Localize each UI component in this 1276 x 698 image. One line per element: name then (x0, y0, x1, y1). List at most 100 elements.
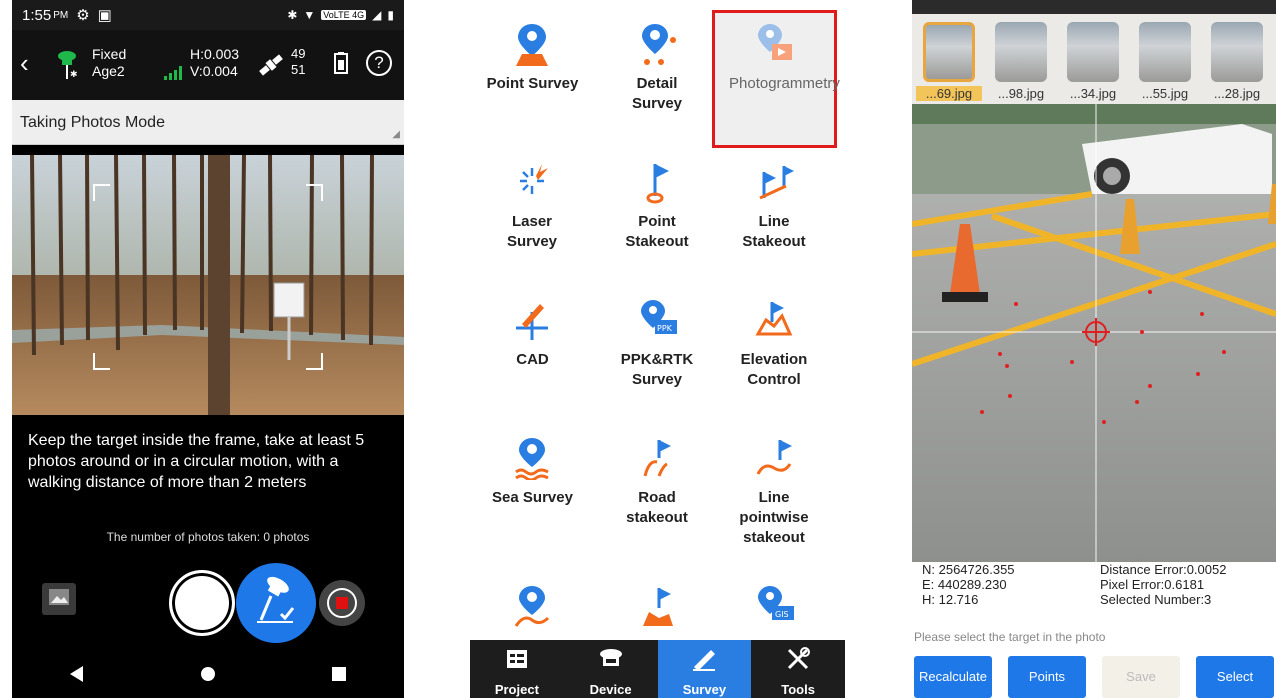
recalculate-button[interactable]: Recalculate (914, 656, 992, 698)
menu-item-label: Line Stakeout (742, 213, 806, 250)
select-button[interactable]: Select (1196, 656, 1274, 698)
error-info: Distance Error:0.0052 Pixel Error:0.6181… (1100, 562, 1226, 607)
menu-item-label: Point Survey (486, 75, 579, 92)
mode-label: Taking Photos Mode (20, 114, 165, 131)
sea-survey-icon (515, 438, 549, 480)
tab-tools[interactable]: Tools (751, 640, 845, 698)
action-buttons: Recalculate Points Save Select (912, 656, 1276, 698)
nav-recents-icon[interactable] (332, 667, 346, 686)
survey-point-button[interactable] (236, 563, 316, 643)
bottom-tab-bar: Project Device Survey Tools (470, 640, 845, 698)
road-survey-icon (514, 586, 550, 627)
battery-icon (334, 52, 348, 79)
menu-item-line-stakeout[interactable]: Line Stakeout (712, 148, 837, 286)
thumbnail-filename: ...55.jpg (1141, 86, 1189, 101)
menu-item-label: Line pointwise stakeout (739, 489, 809, 546)
survey-menu-screen: Point Survey Detail Survey Photogrammetr… (470, 0, 845, 698)
camera-viewfinder[interactable] (12, 155, 404, 415)
pixel-error: Pixel Error:0.6181 (1100, 577, 1205, 592)
fix-info: Fixed Age2 (92, 46, 126, 80)
status-ampm: PM (53, 9, 69, 21)
menu-item-point-survey[interactable]: Point Survey (470, 10, 595, 148)
menu-item-label: Sea Survey (492, 489, 573, 506)
detail-survey-icon (642, 24, 676, 65)
device-icon (599, 648, 623, 673)
rover-icon[interactable]: ✱ (50, 50, 84, 85)
tab-label: Tools (781, 682, 815, 697)
capture-hint: Keep the target inside the frame, take a… (28, 432, 365, 491)
menu-item-label: PPK&RTK Survey (620, 351, 694, 388)
photo-thumbnail[interactable]: ...69.jpg (916, 20, 982, 104)
photo-thumbnail[interactable]: ...28.jpg (1204, 20, 1270, 104)
back-icon[interactable]: ‹ (20, 48, 29, 79)
menu-item-label: Elevation Control (740, 351, 808, 388)
thumbnail-image (1211, 22, 1263, 82)
shutter-button[interactable] (169, 570, 235, 636)
line-pointwise-icon (756, 440, 792, 475)
photo-count: The number of photos taken: 0 photos (106, 530, 310, 544)
coord-e: E: 440289.230 (922, 577, 1007, 592)
gnss-header: ‹ ✱ Fixed Age2 H:0.003 V:0.004 49 51 ? (12, 30, 404, 100)
target-photo[interactable] (912, 104, 1276, 562)
menu-item-laser-survey[interactable]: Laser Survey (470, 148, 595, 286)
menu-item-ppk-rtk[interactable]: PPK PPK&RTK Survey (595, 286, 720, 424)
thumbnail-image (923, 22, 975, 82)
gallery-button[interactable] (42, 583, 76, 615)
menu-item-sea-survey[interactable]: Sea Survey (470, 424, 595, 562)
nav-back-icon[interactable] (70, 666, 84, 687)
thumbnail-filename: ...28.jpg (1213, 86, 1261, 101)
road-stakeout-icon (643, 440, 671, 477)
menu-item-point-stakeout[interactable]: Point Stakeout (595, 148, 720, 286)
photo-thumbnail[interactable]: ...98.jpg (988, 20, 1054, 104)
thumbnail-filename: ...69.jpg (916, 86, 982, 101)
thumbnail-image (1139, 22, 1191, 82)
distance-error: Distance Error:0.0052 (1100, 562, 1227, 577)
thumbnail-filename: ...34.jpg (1069, 86, 1117, 101)
svg-text:✱: ✱ (70, 70, 78, 80)
photo-thumbnail[interactable]: ...34.jpg (1060, 20, 1126, 104)
resize-handle-icon: ◢ (392, 129, 400, 140)
thumbnail-strip: ...69.jpg ...98.jpg ...34.jpg ...55.jpg … (912, 14, 1276, 104)
selected-number: Selected Number:3 (1100, 592, 1212, 607)
menu-item-label: Detail Survey (631, 75, 683, 112)
menu-item-photogrammetry[interactable]: Photogrammetry (712, 10, 840, 148)
v-precision: V:0.004 (190, 63, 238, 79)
nav-home-icon[interactable] (200, 666, 216, 687)
coord-n: N: 2564726.355 (922, 562, 1015, 577)
menu-item-road-stakeout[interactable]: Road stakeout (595, 424, 720, 562)
line-stakeout-icon (759, 166, 794, 200)
points-button[interactable]: Points (1008, 656, 1086, 698)
tab-survey[interactable]: Survey (657, 640, 752, 698)
signal-bars-icon (164, 66, 184, 85)
menu-item-label: Photogrammetry (729, 75, 840, 92)
photo-thumbnail[interactable]: ...55.jpg (1132, 20, 1198, 104)
mode-selector[interactable]: Taking Photos Mode ◢ (12, 100, 404, 145)
tab-project[interactable]: Project (470, 640, 564, 698)
menu-item-elevation-control[interactable]: Elevation Control (712, 286, 837, 424)
menu-item-partial-2[interactable] (595, 570, 720, 640)
satellite-icon[interactable] (256, 50, 286, 85)
menu-item-cad[interactable]: CAD (470, 286, 595, 424)
survey-icon (691, 647, 717, 674)
menu-item-label: Road stakeout (626, 489, 688, 526)
menu-item-partial-3[interactable]: GIS (712, 570, 837, 640)
menu-item-partial-1[interactable] (470, 570, 595, 640)
record-button[interactable] (319, 580, 365, 626)
photo-target-screen: ...69.jpg ...98.jpg ...34.jpg ...55.jpg … (912, 0, 1276, 698)
coordinates: N: 2564726.355 E: 440289.230 H: 12.716 (922, 562, 1015, 607)
thumbnail-filename: ...98.jpg (997, 86, 1045, 101)
tools-icon (786, 646, 811, 674)
help-button[interactable]: ? (366, 50, 392, 76)
satellite-count: 49 51 (291, 46, 305, 78)
sat-used: 49 (291, 46, 306, 61)
sat-visible: 51 (291, 62, 306, 77)
save-button[interactable]: Save (1102, 656, 1180, 698)
network-label: VoLTE 4G (321, 10, 367, 20)
menu-item-line-pointwise-stakeout[interactable]: Line pointwise stakeout (712, 424, 837, 562)
project-icon (506, 649, 528, 672)
notification-icon: ▣ (97, 7, 112, 24)
menu-item-detail-survey[interactable]: Detail Survey (595, 10, 720, 148)
rover-pole-icon (253, 576, 299, 631)
tab-device[interactable]: Device (564, 640, 658, 698)
bluetooth-icon: ✱ (287, 8, 298, 22)
